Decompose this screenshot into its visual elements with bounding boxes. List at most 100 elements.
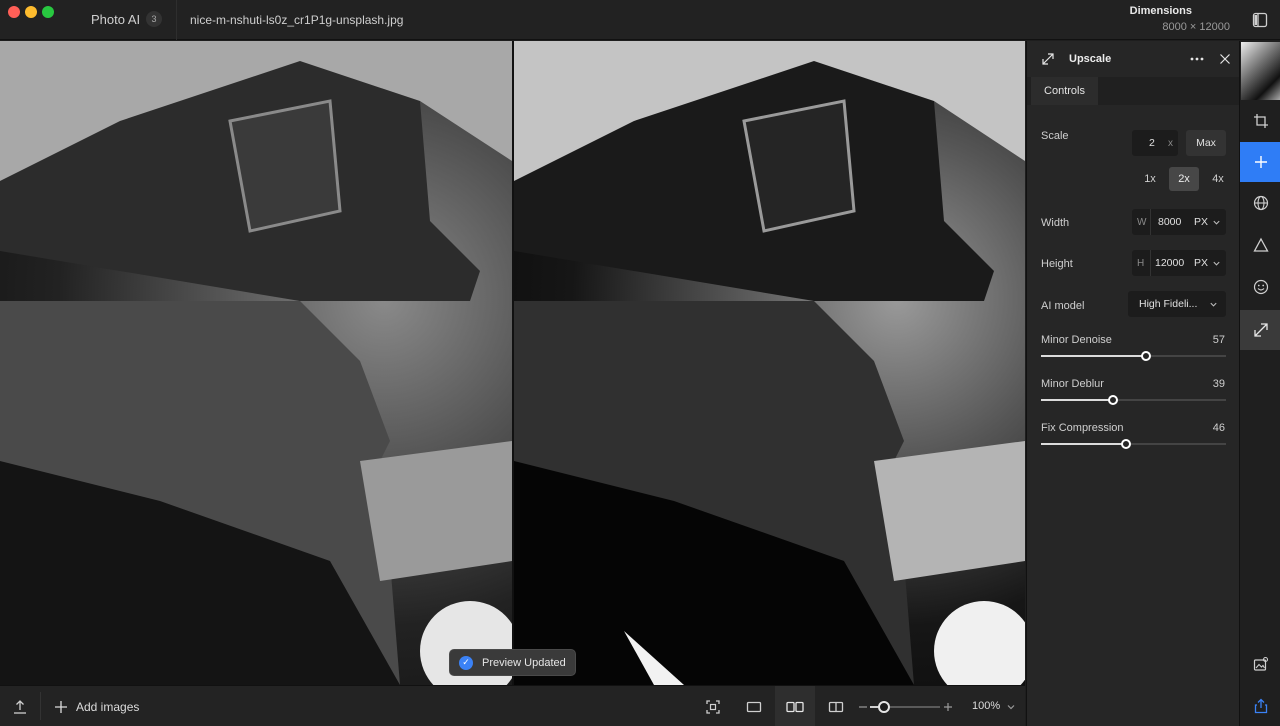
upload-icon	[14, 699, 26, 714]
smiley-face-icon	[1253, 279, 1268, 295]
scale-max-button[interactable]: Max	[1186, 130, 1226, 156]
toggle-panel-button[interactable]	[1240, 0, 1280, 40]
more-options-button[interactable]	[1189, 52, 1205, 66]
minor-denoise-track[interactable]	[1041, 351, 1226, 361]
expand-arrows-icon	[1042, 53, 1054, 65]
width-label: Width	[1041, 217, 1070, 229]
minor-denoise-label: Minor Denoise	[1041, 334, 1112, 346]
fix-compression-value[interactable]: 46	[1213, 422, 1225, 434]
height-prefix: H	[1137, 257, 1145, 269]
tool-rail	[1239, 41, 1280, 726]
width-unit[interactable]: PX	[1194, 216, 1208, 228]
fix-compression-label: Fix Compression	[1041, 422, 1124, 434]
window-zoom-button[interactable]	[42, 6, 54, 18]
zoom-slider[interactable]	[870, 701, 940, 713]
single-view-icon	[746, 701, 762, 712]
chevron-down-icon	[1007, 704, 1015, 709]
plus-icon	[1254, 156, 1267, 168]
image-viewer[interactable]: ✓ Preview Updated	[0, 41, 1025, 685]
minor-denoise-value[interactable]: 57	[1213, 334, 1225, 346]
bottom-toolbar: Add images 100%	[0, 685, 1025, 726]
upscaled-preview[interactable]	[514, 41, 1025, 685]
zoom-in-button[interactable]	[941, 686, 955, 726]
upscale-tool[interactable]	[1240, 310, 1280, 350]
minor-deblur-value[interactable]: 39	[1213, 378, 1225, 390]
width-value: 8000	[1158, 216, 1182, 228]
chevron-down-icon	[1213, 261, 1220, 266]
side-by-side-icon	[786, 701, 804, 712]
scale-max-label: Max	[1196, 137, 1216, 149]
face-tool[interactable]	[1240, 267, 1280, 307]
side-by-side-view-button[interactable]	[775, 686, 815, 726]
toolbar-divider	[40, 692, 41, 720]
fit-to-screen-button[interactable]	[693, 686, 733, 726]
fix-compression-track[interactable]	[1041, 439, 1226, 449]
height-input[interactable]: H 12000 PX	[1132, 250, 1226, 276]
expand-arrows-icon	[1253, 323, 1268, 337]
file-name: nice-m-nshuti-ls0z_cr1P1g-unsplash.jpg	[190, 13, 404, 27]
minor-denoise-fill	[1041, 355, 1147, 357]
share-icon	[1254, 698, 1267, 714]
width-input[interactable]: W 8000 PX	[1132, 209, 1226, 235]
upscale-panel: Upscale Controls Scale 2 x Max 1x 2x 4x …	[1026, 41, 1240, 726]
globe-icon	[1253, 195, 1268, 211]
width-prefix: W	[1137, 216, 1147, 228]
minus-icon	[859, 705, 867, 708]
zoom-menu-button[interactable]	[1003, 686, 1019, 726]
window-close-button[interactable]	[8, 6, 20, 18]
sidebar-toggle-icon	[1252, 12, 1268, 28]
triangle-icon	[1252, 237, 1269, 252]
adjust-tool[interactable]	[1240, 225, 1280, 265]
add-images-label: Add images	[76, 699, 140, 714]
scale-unit: x	[1168, 137, 1173, 149]
minor-denoise-knob[interactable]	[1141, 351, 1152, 361]
minor-deblur-track[interactable]	[1041, 395, 1226, 405]
zoom-slider-knob[interactable]	[878, 701, 890, 713]
height-value: 12000	[1155, 257, 1185, 269]
add-images-button[interactable]: Add images	[54, 686, 139, 726]
zoom-out-button[interactable]	[856, 686, 870, 726]
crop-tool[interactable]	[1240, 101, 1280, 141]
minor-deblur-label: Minor Deblur	[1041, 378, 1104, 390]
chevron-down-icon	[1210, 302, 1217, 307]
export-button[interactable]	[0, 686, 40, 726]
scale-preset-2x[interactable]: 2x	[1169, 167, 1199, 191]
globe-tool[interactable]	[1240, 183, 1280, 223]
portrait-original-image	[0, 41, 512, 685]
minor-deblur-knob[interactable]	[1108, 395, 1119, 405]
fix-compression-knob[interactable]	[1121, 439, 1132, 449]
scale-preset-1x[interactable]: 1x	[1135, 167, 1165, 191]
width-input-divider	[1150, 209, 1151, 235]
split-view-button[interactable]	[816, 686, 856, 726]
scale-label: Scale	[1041, 130, 1069, 142]
single-view-button[interactable]	[734, 686, 774, 726]
share-export-button[interactable]	[1240, 686, 1280, 726]
close-panel-button[interactable]	[1219, 53, 1231, 65]
compare-tool[interactable]	[1240, 644, 1280, 684]
fix-compression-fill	[1041, 443, 1127, 445]
original-preview[interactable]	[0, 41, 512, 685]
more-dots-icon	[1190, 57, 1204, 61]
title-bar: Photo AI 3 nice-m-nshuti-ls0z_cr1P1g-uns…	[0, 0, 1280, 40]
check-circle-icon: ✓	[459, 655, 473, 670]
enhance-tool[interactable]	[1240, 142, 1280, 182]
toast-text: Preview Updated	[482, 656, 566, 669]
ai-model-select[interactable]: High Fideli...	[1128, 291, 1226, 317]
minor-deblur-fill	[1041, 399, 1114, 401]
image-thumbnail[interactable]	[1240, 41, 1280, 101]
zoom-level[interactable]: 100%	[972, 700, 1000, 712]
plus-small-icon	[944, 702, 952, 711]
app-title[interactable]: Photo AI	[91, 12, 140, 27]
focus-frame-icon	[706, 699, 720, 714]
tab-controls[interactable]: Controls	[1031, 77, 1098, 105]
portrait-upscaled-image	[514, 41, 1025, 685]
height-label: Height	[1041, 258, 1073, 270]
image-settings-icon	[1253, 656, 1268, 671]
height-input-divider	[1150, 250, 1151, 276]
panel-title: Upscale	[1069, 53, 1112, 65]
scale-input[interactable]: 2 x	[1132, 130, 1178, 156]
window-minimize-button[interactable]	[25, 6, 37, 18]
scale-preset-4x[interactable]: 4x	[1203, 167, 1233, 191]
ai-model-value: High Fideli...	[1139, 298, 1198, 310]
height-unit[interactable]: PX	[1194, 257, 1208, 269]
